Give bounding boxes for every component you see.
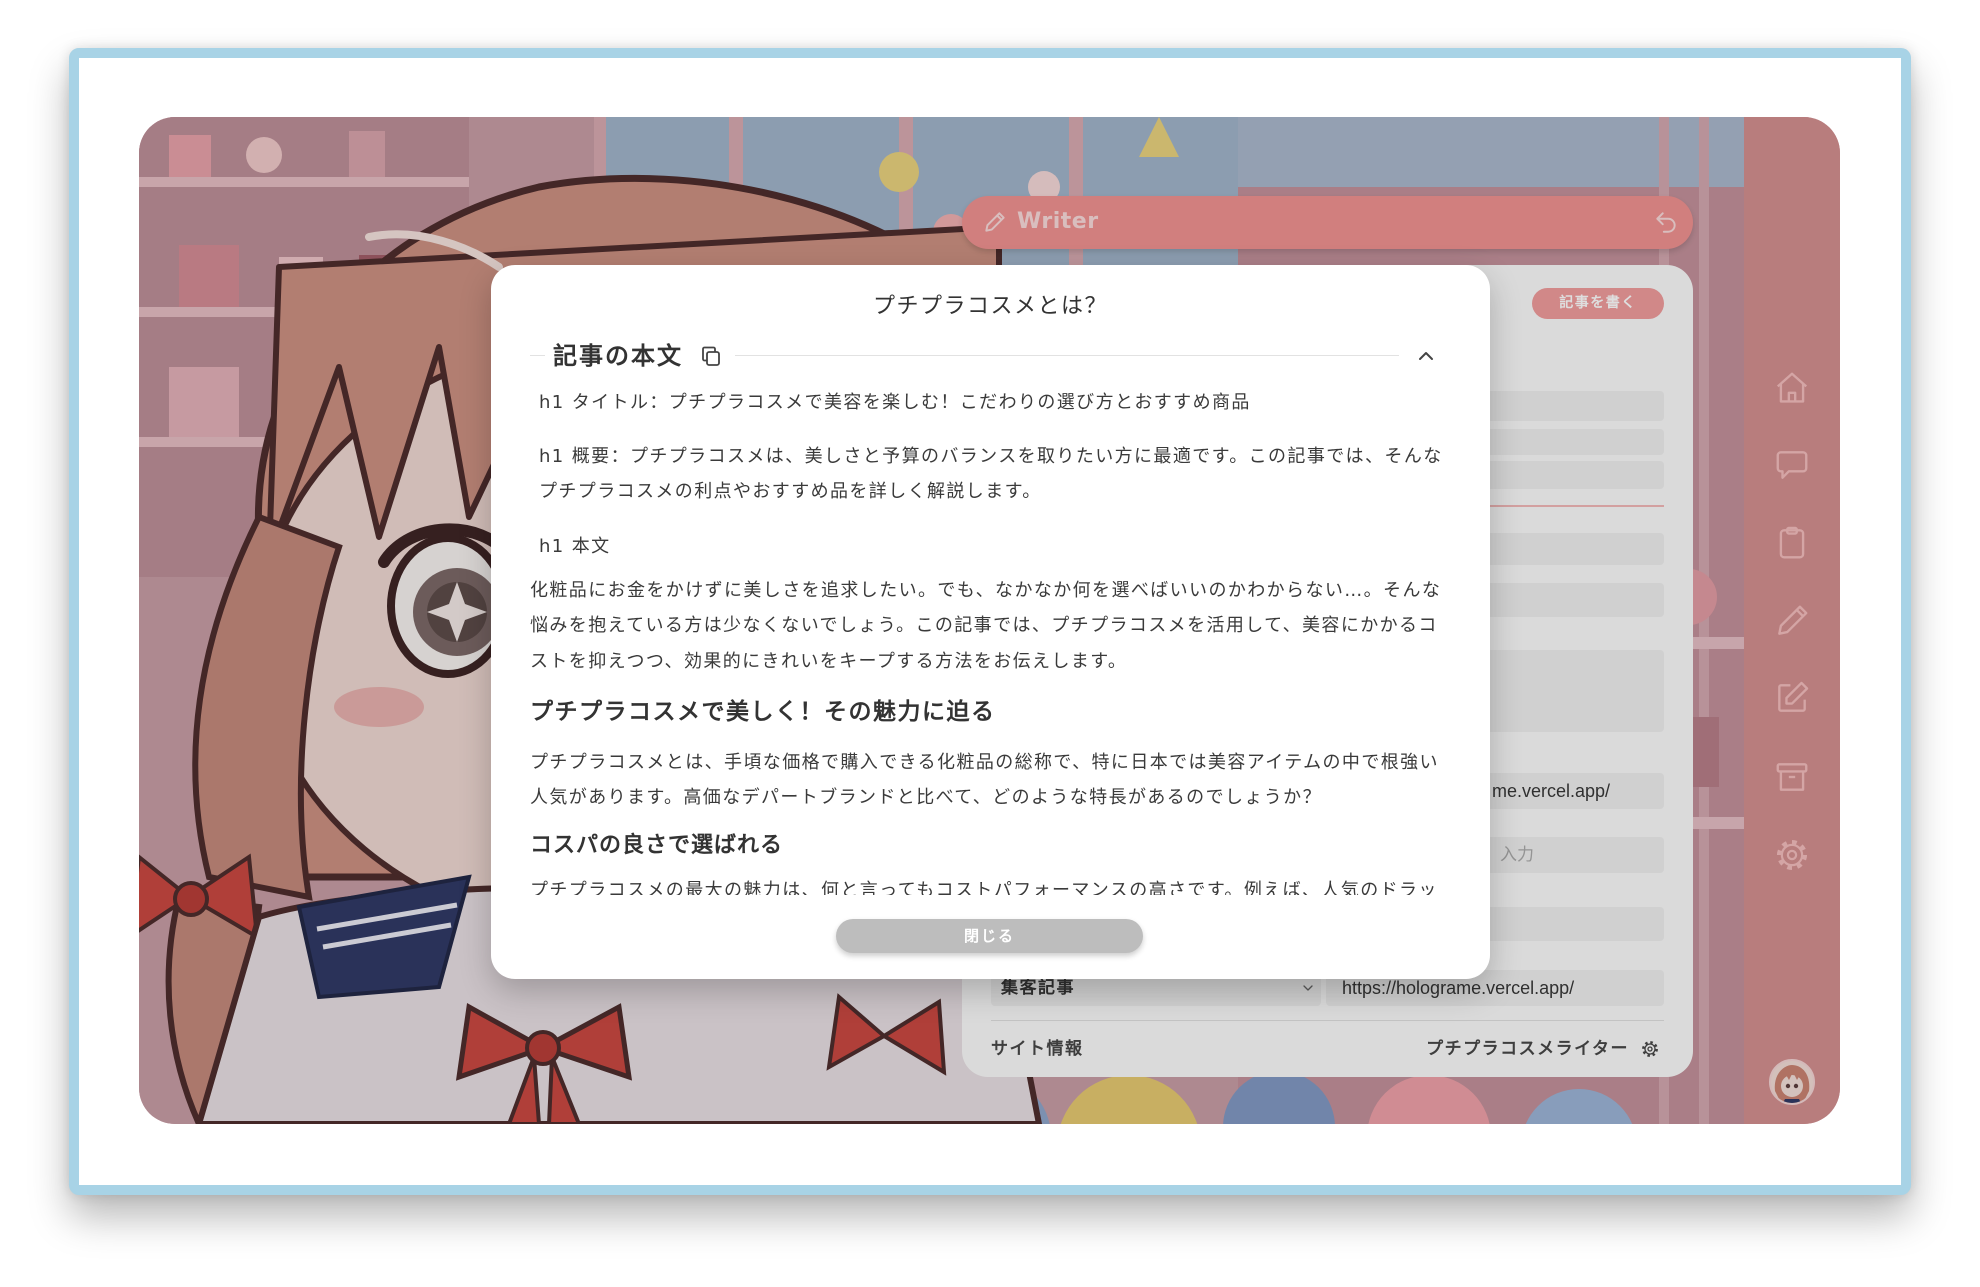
h1-summary-line: プチプラコスメの利点やおすすめ品を詳しく解説します。: [539, 481, 1042, 502]
modal-title: プチプラコスメとは？: [872, 294, 1108, 319]
article-h2: プチプラコスメで美しく！その魅力に迫る: [530, 699, 996, 725]
copy-icon[interactable]: [699, 344, 723, 368]
article-h3: コスパの良さで選ばれる: [530, 833, 784, 858]
h2-paragraph-line: 人気があります。高価なデパートブランドと比べて、どのような特長があるのでしょうか…: [530, 787, 1322, 808]
article-preview-modal: プチプラコスメとは？ 記事の本文 h1 タイトル：プチプラコスメで美容を楽しむ！…: [491, 265, 1490, 979]
intro-paragraph-line: 悩みを抱えている方は少なくないでしょう。この記事では、プチプラコスメを活用して、…: [530, 615, 1438, 636]
close-button[interactable]: 閉じる: [836, 919, 1143, 953]
section-rule: [735, 355, 1399, 356]
h1-summary-line: h1 概要：プチプラコスメは、美しさと予算のバランスを取りたい方に最適です。この…: [539, 446, 1443, 467]
section-rule: [530, 355, 545, 356]
section-title: 記事の本文: [553, 342, 683, 370]
h1-title-line: h1 タイトル：プチプラコスメで美容を楽しむ！こだわりの選び方とおすすめ商品: [539, 392, 1251, 413]
h3-paragraph-line: プチプラコスメの最大の魅力は、何と言ってもコストパフォーマンスの高さです。例えば…: [530, 880, 1438, 895]
article-body-scroll[interactable]: h1 タイトル：プチプラコスメで美容を楽しむ！こだわりの選び方とおすすめ商品 h…: [530, 385, 1452, 895]
h1-body-label: h1 本文: [539, 536, 611, 557]
chevron-up-icon[interactable]: [1414, 344, 1438, 368]
intro-paragraph-line: 化粧品にお金をかけずに美しさを追求したい。でも、なかなか何を選べばいいのかわから…: [530, 580, 1442, 601]
intro-paragraph-line: ストを抑えつつ、効果的にきれいをキープする方法をお伝えします。: [530, 651, 1128, 672]
h2-paragraph-line: プチプラコスメとは、手頃な価格で購入できる化粧品の総称で、特に日本では美容アイテ…: [530, 752, 1439, 773]
